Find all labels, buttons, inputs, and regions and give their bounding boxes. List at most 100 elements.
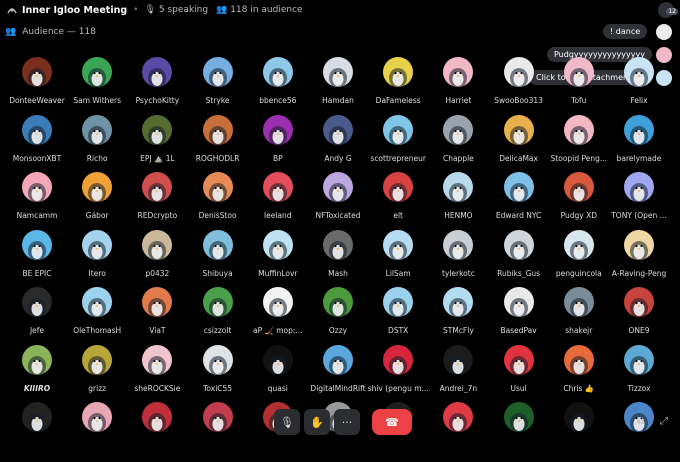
audience-member[interactable]: p0432 <box>127 229 187 290</box>
audience-member[interactable]: DaFameless <box>368 57 428 117</box>
fullscreen-icon[interactable]: ⤢ <box>660 416 668 427</box>
exclamation-icon: ! <box>610 27 614 36</box>
audience-member[interactable]: Mash <box>308 229 368 290</box>
audience-member[interactable]: penguincola <box>549 229 609 290</box>
audience-member[interactable] <box>609 402 669 462</box>
audience-member[interactable]: ROGHODLR <box>188 114 248 175</box>
audience-member[interactable]: Usul <box>489 344 549 405</box>
avatar <box>323 287 353 317</box>
audience-member[interactable]: elt <box>368 172 428 232</box>
audience-member[interactable]: MuffinLovr <box>248 229 308 290</box>
audience-member[interactable]: quasi <box>248 344 308 405</box>
audience-member[interactable] <box>489 402 549 462</box>
audience-member[interactable]: DigitalMindRift <box>308 344 368 405</box>
audience-member[interactable]: BE EPIC <box>7 229 67 290</box>
audience-member[interactable]: Namcamm <box>7 172 67 232</box>
audience-member[interactable]: BP <box>248 114 308 175</box>
audience-member[interactable]: Richo <box>67 114 127 175</box>
avatar <box>443 229 474 260</box>
dance-bubble[interactable]: ! dance <box>603 24 648 39</box>
audience-member[interactable]: barelymade <box>609 114 669 175</box>
audience-member[interactable]: SwooBoo313 <box>489 57 549 117</box>
raise-hand-button[interactable]: ✋ <box>304 409 330 435</box>
notification-button[interactable]: 12 <box>658 2 678 18</box>
audience-member[interactable]: HENMO <box>428 172 488 232</box>
audience-member[interactable]: DonteeWeaver <box>7 57 67 117</box>
audience-member[interactable]: shakejr <box>549 287 609 347</box>
audience-member[interactable]: DelicaMax <box>489 114 549 175</box>
audience-member[interactable]: Stoopid Peng... <box>549 114 609 175</box>
audience-member[interactable] <box>549 402 609 462</box>
audience-member[interactable] <box>188 402 248 462</box>
audience-member[interactable] <box>428 402 488 462</box>
audience-member[interactable]: Andrei_7n <box>428 344 488 405</box>
audience-member[interactable]: Andy G <box>308 114 368 175</box>
audience-member[interactable]: EPJ ⛰️ 1L <box>127 114 187 175</box>
audience-member[interactable]: ONE9 <box>609 287 669 347</box>
audience-member[interactable]: Hamdan <box>308 57 368 117</box>
audience-member[interactable]: scottrepreneur <box>368 114 428 175</box>
audience-member[interactable]: TONY (Open ... <box>609 172 669 232</box>
audience-member[interactable]: DSTX <box>368 287 428 347</box>
audience-member[interactable]: KIIIRO <box>7 344 67 405</box>
audience-member[interactable]: Chapple <box>428 114 488 175</box>
avatar <box>82 287 113 317</box>
avatar <box>142 344 173 375</box>
audience-member[interactable]: bbence56 <box>248 57 308 117</box>
audience-member[interactable]: sheROCKSie <box>127 344 187 405</box>
audience-member[interactable]: Harriet <box>428 57 488 117</box>
audience-member[interactable]: tylerkotc <box>428 229 488 290</box>
audience-member[interactable]: STMcFly <box>428 287 488 347</box>
audience-member[interactable]: leeland <box>248 172 308 232</box>
leave-call-button[interactable]: ☎ <box>372 409 412 435</box>
popout-icon[interactable]: ⧉ <box>637 416 644 427</box>
audience-member[interactable]: shiv (pengu m... <box>368 344 429 405</box>
hand-icon: ✋ <box>310 415 324 429</box>
avatar <box>624 229 654 260</box>
avatar <box>563 114 594 145</box>
avatar <box>82 344 113 375</box>
avatar <box>443 344 474 375</box>
audience-member[interactable]: Itero <box>67 229 127 290</box>
audience-member[interactable]: ViaT <box>127 287 187 347</box>
avatar <box>22 114 52 145</box>
audience-member[interactable]: OleThomasH <box>67 287 127 347</box>
audience-member[interactable]: Tizzox <box>609 344 669 405</box>
audience-member[interactable]: grizz <box>67 344 127 405</box>
audience-member[interactable]: csizzolt <box>188 287 248 347</box>
audience-label: Audience — 118 <box>22 27 96 37</box>
avatar <box>22 172 52 202</box>
audience-member[interactable]: Ozzy <box>308 287 368 347</box>
audience-member[interactable]: DenisStoo <box>188 172 248 232</box>
audience-member[interactable] <box>7 402 67 462</box>
audience-member[interactable]: Tofu <box>549 57 609 117</box>
audience-member[interactable]: NFToxicated <box>308 172 368 232</box>
audience-member[interactable]: Chris 👍 <box>549 344 609 405</box>
audience-member[interactable]: Stryke <box>188 57 248 117</box>
audience-member[interactable]: BasedPav <box>489 287 549 347</box>
member-name: Felix <box>630 96 648 105</box>
audience-member[interactable]: Gábor <box>67 172 127 232</box>
audience-member[interactable]: Rubiks_Gus <box>489 229 549 290</box>
avatar <box>323 172 353 202</box>
audience-member[interactable]: PsychoKitty <box>127 57 187 117</box>
audience-member[interactable] <box>67 402 127 462</box>
audience-member[interactable]: REDcrypto <box>127 172 187 232</box>
audience-member[interactable]: Edward NYC <box>489 172 549 232</box>
audience-member[interactable]: Pudgy XD <box>549 172 609 232</box>
audience-member[interactable]: MonsoonXBT <box>7 114 67 175</box>
audience-member[interactable]: Felix <box>609 57 669 117</box>
audience-member[interactable]: ToxiC55 <box>188 344 248 405</box>
audience-member[interactable] <box>127 402 187 462</box>
audience-member[interactable]: Jefe <box>7 287 67 347</box>
mute-button[interactable]: 🎙 <box>274 409 300 435</box>
audience-member[interactable]: LilSam <box>368 229 428 290</box>
audience-member[interactable]: aP 🏒 mop:... <box>248 287 308 347</box>
avatar <box>503 172 534 202</box>
avatar <box>82 57 113 87</box>
avatar <box>262 229 293 260</box>
audience-member[interactable]: Shibuya <box>188 229 248 290</box>
more-options-button[interactable]: ··· <box>334 409 360 435</box>
audience-member[interactable]: A-Raving-Peng <box>609 229 669 290</box>
audience-member[interactable]: Sam Withers <box>67 57 127 117</box>
